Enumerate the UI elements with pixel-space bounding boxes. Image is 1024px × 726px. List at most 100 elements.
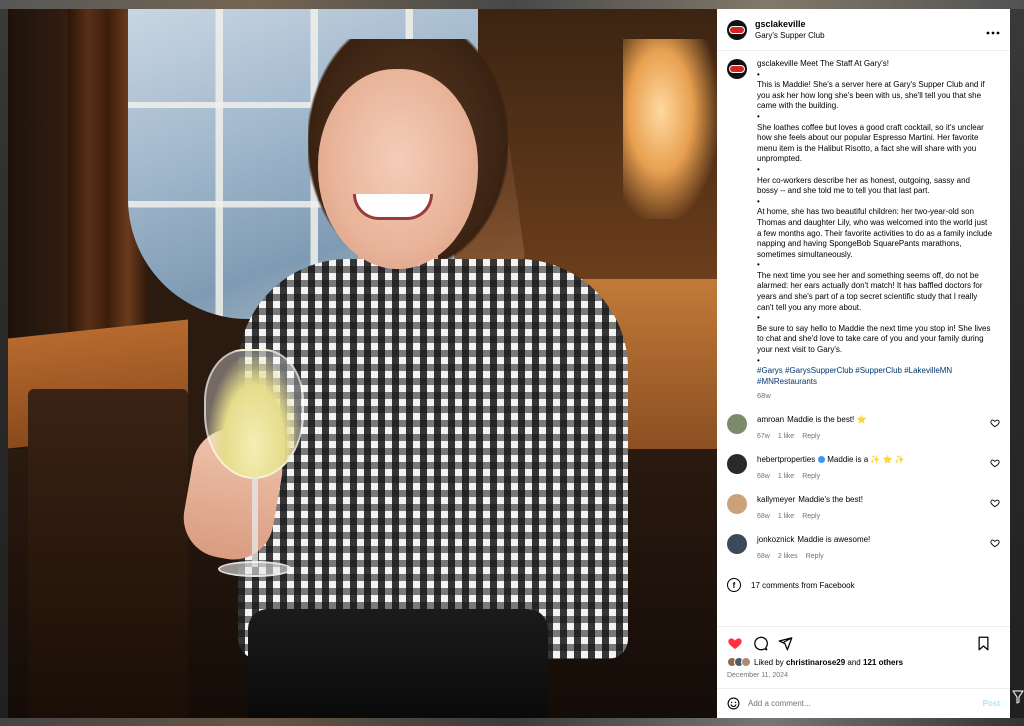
comment-text: Maddie is a ✨ ⭐ ✨ — [827, 455, 905, 464]
caption-bullet: • — [757, 111, 760, 121]
caption-bullet: • — [757, 164, 760, 174]
caption-text: This is Maddie! She's a server here at G… — [757, 80, 985, 111]
comment-item: jonkoznick Maddie is awesome! 68w 2 likes R… — [727, 534, 1000, 562]
comment-input[interactable] — [748, 699, 983, 708]
send-icon[interactable] — [778, 636, 793, 651]
account-avatar[interactable] — [727, 19, 747, 40]
caption-first-line: gsclakeville Meet The Staff At Gary's! — [757, 59, 993, 70]
likes-others[interactable]: 121 others — [863, 658, 903, 667]
comment-age[interactable]: 68w — [757, 473, 770, 480]
post-comment-button[interactable]: Post — [983, 699, 1000, 708]
caption-logo — [729, 65, 745, 73]
caption-age[interactable]: 68w — [757, 391, 993, 402]
background-page-strip-bottom — [0, 718, 1024, 726]
comment-age[interactable]: 68w — [757, 553, 770, 560]
comment-likes[interactable]: 1 like — [778, 473, 794, 480]
photo-chair — [28, 389, 188, 718]
header-text: gsclakeville Gary's Supper Club — [755, 18, 986, 42]
caption-text: Be sure to say hello to Maddie the next … — [757, 323, 991, 355]
likes-text: Liked by christinarose29 and 121 others — [754, 658, 903, 667]
photo-wine-glass-stem — [252, 477, 258, 567]
comment-heart-icon[interactable] — [990, 418, 1000, 428]
commenter-avatar[interactable] — [727, 454, 747, 474]
caption-hashtags[interactable]: #Garys #GarysSupperClub #SupperClub #Lak… — [757, 366, 993, 387]
photo-apron — [248, 609, 548, 718]
comment-username[interactable]: amroan — [757, 415, 784, 424]
caption-text: At home, she has two beautiful children:… — [757, 207, 993, 259]
likes-prefix: Liked by — [754, 657, 784, 667]
comment-likes[interactable]: 1 like — [778, 513, 794, 520]
comment-text: Maddie is the best! ⭐ — [787, 415, 867, 424]
caption-bullet: • — [757, 355, 760, 365]
comment-bubble-icon[interactable] — [753, 636, 768, 651]
comment-username[interactable]: kallymeyer — [757, 495, 795, 504]
commenter-avatar[interactable] — [727, 494, 747, 514]
photo-gingham-shirt — [238, 259, 628, 659]
comment-meta: 68w 2 likes Reply — [757, 551, 983, 562]
likes-and: and — [847, 657, 861, 667]
facebook-icon: f — [727, 578, 741, 592]
comment-body: amroan Maddie is the best! ⭐ 67w 1 like Rep… — [757, 414, 983, 442]
caption-text: Meet The Staff At Gary's! — [800, 59, 889, 68]
caption-bullet: • — [757, 313, 760, 323]
liker-avatar — [741, 657, 751, 667]
photo-lamp — [623, 39, 717, 219]
comment-reply-button[interactable]: Reply — [802, 433, 820, 440]
facebook-comments-link[interactable]: f 17 comments from Facebook — [727, 578, 1000, 592]
photo-wine-glass-foot — [218, 561, 292, 577]
caption-body: gsclakeville Meet The Staff At Gary's! •… — [757, 59, 993, 402]
comment-likes[interactable]: 2 likes — [778, 553, 798, 560]
caption-bullet: • — [757, 69, 760, 79]
comment-age[interactable]: 68w — [757, 513, 770, 520]
action-buttons — [727, 635, 1000, 651]
photo-wine-glass — [204, 349, 304, 479]
comment-username[interactable]: jonkoznick — [757, 535, 794, 544]
filter-icon[interactable] — [1012, 690, 1024, 704]
comment-reply-button[interactable]: Reply — [802, 473, 820, 480]
caption-text: She loathes coffee but loves a good craf… — [757, 122, 984, 164]
likes-user[interactable]: christinarose29 — [786, 658, 845, 667]
post-date[interactable]: December 11, 2024 — [727, 672, 1000, 679]
comment-body: hebertproperties Maddie is a ✨ ⭐ ✨ 68w 1 l… — [757, 454, 983, 482]
comment-username[interactable]: hebertproperties — [757, 455, 815, 464]
caption-avatar[interactable] — [727, 59, 747, 79]
bookmark-icon[interactable] — [977, 636, 990, 651]
more-options-icon[interactable] — [986, 22, 1000, 38]
post-actions: Liked by christinarose29 and 121 others … — [717, 626, 1010, 688]
comment-age[interactable]: 67w — [757, 433, 770, 440]
comment-heart-icon[interactable] — [990, 458, 1000, 468]
heart-filled-icon[interactable] — [727, 635, 743, 651]
post-photo[interactable] — [8, 9, 717, 718]
commenter-avatar[interactable] — [727, 414, 747, 434]
comment-item: kallymeyer Maddie's the best! 68w 1 like Re… — [727, 494, 1000, 522]
background-page-strip — [0, 0, 1024, 9]
comment-reply-button[interactable]: Reply — [806, 553, 824, 560]
comment-item: hebertproperties Maddie is a ✨ ⭐ ✨ 68w 1 l… — [727, 454, 1000, 482]
caption-username[interactable]: gsclakeville — [757, 59, 798, 68]
add-comment-bar: Post — [717, 688, 1010, 718]
account-logo — [729, 25, 745, 34]
comment-text: Maddie's the best! — [798, 495, 863, 504]
comment-likes[interactable]: 1 like — [778, 433, 794, 440]
comment-item: amroan Maddie is the best! ⭐ 67w 1 like Rep… — [727, 414, 1000, 442]
comments-scroll-area[interactable]: gsclakeville Meet The Staff At Gary's! •… — [717, 51, 1010, 626]
emoji-icon[interactable] — [727, 697, 740, 710]
header-location[interactable]: Gary's Supper Club — [755, 30, 986, 42]
comment-meta: 67w 1 like Reply — [757, 431, 983, 442]
comment-heart-icon[interactable] — [990, 538, 1000, 548]
header-username[interactable]: gsclakeville — [755, 18, 986, 30]
comment-meta: 68w 1 like Reply — [757, 511, 983, 522]
comment-reply-button[interactable]: Reply — [802, 513, 820, 520]
commenter-avatar[interactable] — [727, 534, 747, 554]
caption-text: The next time you see her and something … — [757, 270, 983, 312]
comment-text: Maddie is awesome! — [797, 535, 871, 544]
caption: gsclakeville Meet The Staff At Gary's! •… — [727, 59, 1000, 402]
comment-meta: 68w 1 like Reply — [757, 471, 983, 482]
photo-face — [318, 69, 478, 269]
verified-badge-icon — [818, 456, 826, 464]
caption-bullet: • — [757, 260, 760, 270]
facebook-comments-text[interactable]: 17 comments from Facebook — [751, 581, 855, 590]
comment-body: jonkoznick Maddie is awesome! 68w 2 likes R… — [757, 534, 983, 562]
post-side-panel: gsclakeville Gary's Supper Club gsclakev… — [717, 9, 1010, 718]
comment-heart-icon[interactable] — [990, 498, 1000, 508]
